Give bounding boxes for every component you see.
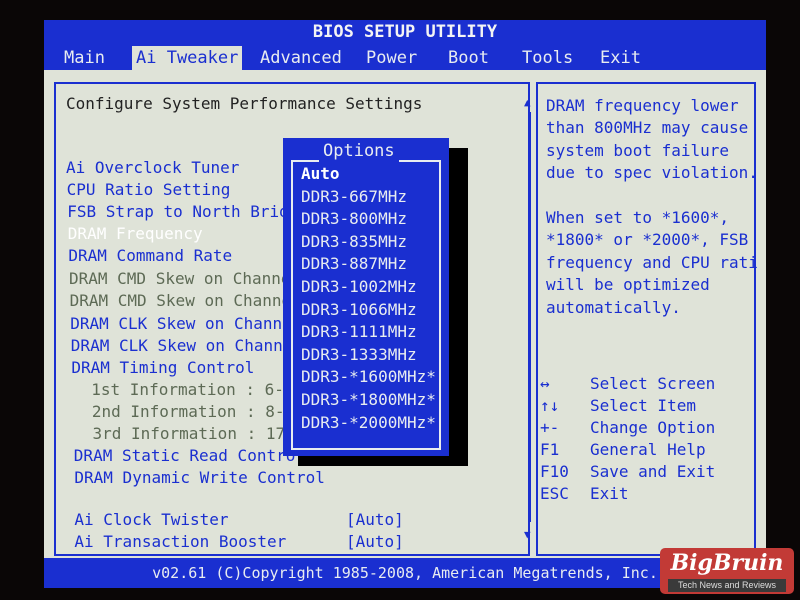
setting-2[interactable]: FSB Strap to North Bridge xyxy=(67,202,308,222)
menu-tab-exit[interactable]: Exit xyxy=(596,46,645,70)
scroll-track[interactable] xyxy=(529,112,531,522)
setting-9[interactable]: DRAM Timing Control xyxy=(71,358,254,378)
menu-tab-advanced[interactable]: Advanced xyxy=(256,46,346,70)
section-title: Configure System Performance Settings xyxy=(66,94,423,113)
key-0: ↔ xyxy=(540,374,550,393)
help-text-line: due to spec violation. xyxy=(546,163,758,183)
help-text-line: will be optimized xyxy=(546,275,710,295)
key-3: F1 xyxy=(540,440,560,459)
setting-value-16[interactable]: [Auto] xyxy=(346,532,404,552)
key-1: ↑↓ xyxy=(540,396,560,415)
scroll-up-icon[interactable]: ▲ xyxy=(524,96,531,109)
option-item[interactable]: DDR3-800MHz xyxy=(301,209,407,229)
option-item[interactable]: DDR3-887MHz xyxy=(301,254,407,274)
title-bar: BIOS SETUP UTILITY xyxy=(44,20,766,44)
key-5: ESC xyxy=(540,484,569,503)
option-item[interactable]: DDR3-*2000MHz* xyxy=(301,413,436,433)
scroll-down-icon[interactable]: ▼ xyxy=(524,528,531,541)
footer-copyright: v02.61 (C)Copyright 1985-2008, American … xyxy=(44,558,766,588)
setting-value-15[interactable]: [Auto] xyxy=(346,510,404,530)
option-item[interactable]: DDR3-*1600MHz* xyxy=(301,367,436,387)
key-4: F10 xyxy=(540,462,569,481)
key-action-1: Select Item xyxy=(590,396,696,415)
option-item[interactable]: DDR3-*1800MHz* xyxy=(301,390,436,410)
setting-13[interactable]: DRAM Static Read Control xyxy=(74,446,305,466)
key-2: +- xyxy=(540,418,560,437)
help-text-line: frequency and CPU rati xyxy=(546,252,758,272)
key-action-3: General Help xyxy=(590,440,706,459)
setting-15[interactable]: Ai Clock Twister xyxy=(74,510,228,530)
menu-tab-main[interactable]: Main xyxy=(60,46,109,70)
setting-16[interactable]: Ai Transaction Booster xyxy=(74,532,286,552)
watermark-tagline: Tech News and Reviews xyxy=(668,579,786,592)
setting-4[interactable]: DRAM Command Rate xyxy=(68,246,232,266)
setting-3[interactable]: DRAM Frequency xyxy=(68,224,203,244)
options-popup: Options Auto DDR3-667MHz DDR3-800MHz DDR3-8… xyxy=(283,138,449,456)
help-text-line: automatically. xyxy=(546,297,681,317)
help-text-line: DRAM frequency lower xyxy=(546,96,739,115)
option-item[interactable]: DDR3-1002MHz xyxy=(301,277,417,297)
watermark-brand: BigBruin xyxy=(670,550,784,576)
setting-14[interactable]: DRAM Dynamic Write Control xyxy=(74,468,324,488)
key-action-0: Select Screen xyxy=(590,374,716,393)
bigbruin-watermark: BigBruin Tech News and Reviews xyxy=(660,548,794,594)
option-item[interactable]: DDR3-667MHz xyxy=(301,187,407,207)
option-item[interactable]: DDR3-1333MHz xyxy=(301,345,417,365)
menu-tab-boot[interactable]: Boot xyxy=(444,46,493,70)
options-title: Options xyxy=(319,140,399,162)
help-text-line: than 800MHz may cause xyxy=(546,118,749,138)
menu-tab-tools[interactable]: Tools xyxy=(518,46,577,70)
menu-bar: Main Ai Tweaker Advanced Power Boot Tools Exit xyxy=(44,44,766,70)
option-item[interactable]: DDR3-1066MHz xyxy=(301,300,417,320)
option-item[interactable]: Auto xyxy=(301,164,340,184)
option-item[interactable]: DDR3-835MHz xyxy=(301,232,407,252)
option-item[interactable]: DDR3-1111MHz xyxy=(301,322,417,342)
menu-tab-power[interactable]: Power xyxy=(362,46,421,70)
menu-tab-ai-tweaker[interactable]: Ai Tweaker xyxy=(132,46,243,70)
scrollbar[interactable]: ▲ ▼ xyxy=(524,96,534,544)
help-text-line: When set to *1600*, xyxy=(546,208,730,227)
setting-1[interactable]: CPU Ratio Setting xyxy=(67,180,231,200)
setting-0[interactable]: Ai Overclock Tuner xyxy=(66,158,239,178)
help-text-line: system boot failure xyxy=(546,140,730,160)
setting-5: DRAM CMD Skew on Channel A xyxy=(69,269,320,288)
key-action-5: Exit xyxy=(590,484,629,503)
key-action-4: Save and Exit xyxy=(590,462,716,481)
key-action-2: Change Option xyxy=(590,418,716,437)
help-panel: DRAM frequency lower than 800MHz may caus… xyxy=(536,82,758,556)
help-text-line: *1800* or *2000*, FSB xyxy=(546,230,749,250)
